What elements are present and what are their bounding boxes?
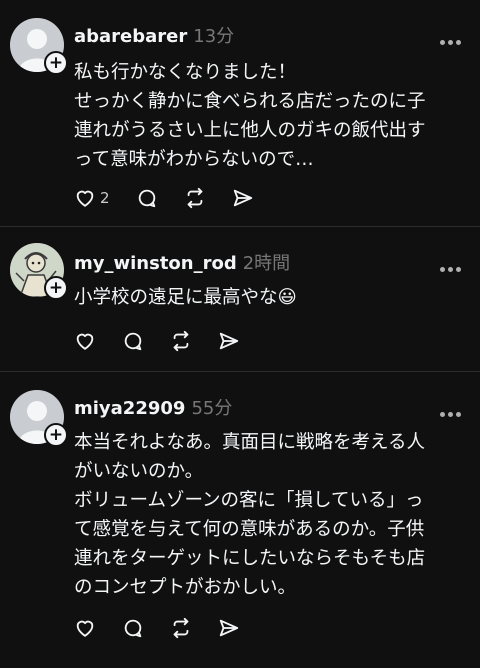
avatar[interactable]: + xyxy=(10,243,68,300)
post: + abarebarer 13分 私も行かなくなりました！ せっかく静かに食べられ… xyxy=(0,0,480,227)
repost-button[interactable] xyxy=(170,330,192,352)
username[interactable]: abarebarer xyxy=(74,26,187,47)
comment-icon xyxy=(122,617,144,639)
timestamp: 13分 xyxy=(193,26,235,47)
comment-icon xyxy=(122,330,144,352)
post-header: abarebarer 13分 xyxy=(74,22,234,48)
username[interactable]: miya22909 xyxy=(74,398,185,419)
repost-icon xyxy=(170,330,192,352)
more-icon[interactable] xyxy=(440,257,464,272)
post-line: 私も行かなくなりました！ xyxy=(74,62,297,83)
follow-plus-icon[interactable]: + xyxy=(44,276,68,300)
share-button[interactable] xyxy=(218,617,240,639)
username[interactable]: my_winston_rod xyxy=(74,253,237,274)
repost-icon xyxy=(184,187,206,209)
avatar[interactable]: + xyxy=(10,390,68,447)
timestamp: 2時間 xyxy=(242,253,291,274)
action-bar xyxy=(74,329,266,353)
share-button[interactable] xyxy=(232,187,254,209)
like-button[interactable]: 2 xyxy=(74,187,110,209)
post-line: って意味がわからないので… xyxy=(74,149,314,170)
post-line: ボリュームゾーンの客に「損している」っ xyxy=(74,490,424,511)
heart-icon xyxy=(74,187,96,209)
post-header: my_winston_rod 2時間 xyxy=(74,249,290,275)
repost-button[interactable] xyxy=(184,187,206,209)
repost-icon xyxy=(170,617,192,639)
post-line: 連れをターゲットにしたいならそもそも店 xyxy=(74,548,426,569)
repost-button[interactable] xyxy=(170,617,192,639)
post-text: 本当それよなあ。真面目に戦略を考える人 がいないのか。 ボリュームゾーンの客に「… xyxy=(74,428,468,602)
post-header: miya22909 55分 xyxy=(74,394,232,420)
post: + miya22909 55分 本当それよなあ。真面目に戦略を考える人 がいないの… xyxy=(0,372,480,668)
post-line: 連れがうるさい上に他人のガキの飯代出す xyxy=(74,120,426,141)
post-line: て感覚を与えて何の意味があるのか。子供 xyxy=(74,519,425,540)
post: + my_winston_rod 2時間 小学校の遠足に最高やな😃 xyxy=(0,227,480,372)
like-count: 2 xyxy=(100,189,110,207)
reply-button[interactable] xyxy=(122,330,144,352)
heart-icon xyxy=(74,617,96,639)
send-icon xyxy=(218,330,240,352)
action-bar: 2 xyxy=(74,186,280,210)
post-line: がいないのか。 xyxy=(74,461,204,482)
post-text: 小学校の遠足に最高やな😃 xyxy=(74,283,468,312)
send-icon xyxy=(218,617,240,639)
more-icon[interactable] xyxy=(440,30,464,45)
avatar[interactable]: + xyxy=(10,18,68,75)
like-button[interactable] xyxy=(74,617,96,639)
reply-button[interactable] xyxy=(136,187,158,209)
share-button[interactable] xyxy=(218,330,240,352)
heart-icon xyxy=(74,330,96,352)
comment-icon xyxy=(136,187,158,209)
post-line: 小学校の遠足に最高やな😃 xyxy=(74,287,297,308)
post-text: 私も行かなくなりました！ せっかく静かに食べられる店だったのに子 連れがうるさい… xyxy=(74,58,468,174)
like-button[interactable] xyxy=(74,330,96,352)
send-icon xyxy=(232,187,254,209)
post-line: のコンセプトがおかしい。 xyxy=(74,577,297,598)
timestamp: 55分 xyxy=(191,398,233,419)
post-line: 本当それよなあ。真面目に戦略を考える人 xyxy=(74,432,425,453)
follow-plus-icon[interactable]: + xyxy=(44,51,68,75)
post-line: せっかく静かに食べられる店だったのに子 xyxy=(74,91,426,112)
more-icon[interactable] xyxy=(440,402,464,417)
follow-plus-icon[interactable]: + xyxy=(44,423,68,447)
action-bar xyxy=(74,616,266,640)
reply-button[interactable] xyxy=(122,617,144,639)
